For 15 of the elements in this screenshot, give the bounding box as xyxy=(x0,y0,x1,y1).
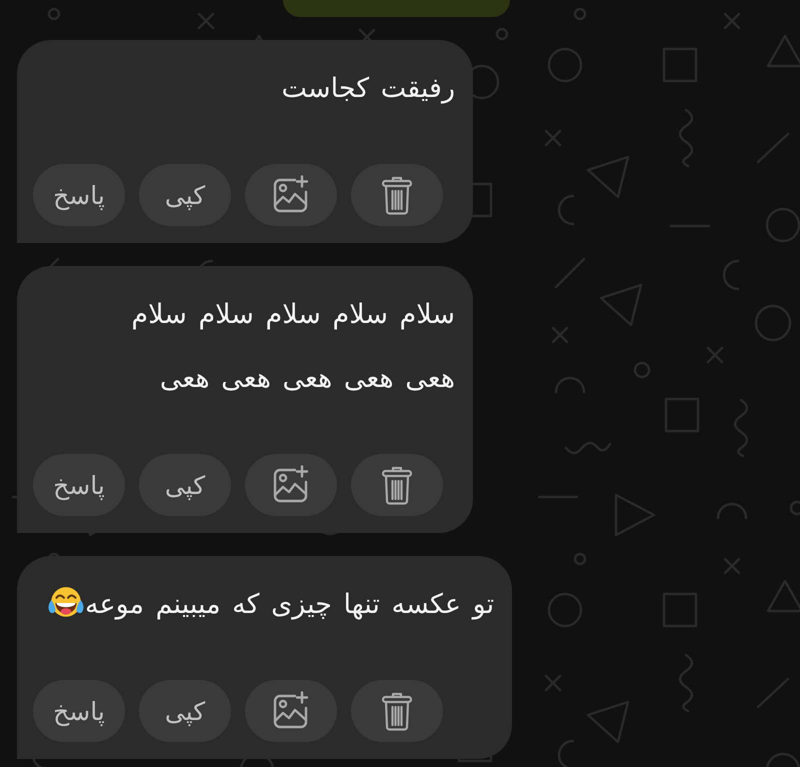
reply-button[interactable]: پاسخ xyxy=(33,680,125,742)
trash-icon xyxy=(381,465,413,505)
message-text: رفیقت کجاست xyxy=(282,72,455,106)
trash-icon xyxy=(381,175,413,215)
image-plus-icon xyxy=(271,691,311,731)
message-text: تو عکسه تنها چیزی که میبینم موعه xyxy=(85,588,494,622)
copy-button[interactable]: کپی xyxy=(139,164,231,226)
message-text: سلام سلام سلام سلام سلام هعی هعی هعی هعی هعی xyxy=(131,298,455,396)
reply-button[interactable]: پاسخ xyxy=(33,454,125,516)
trash-icon xyxy=(381,691,413,731)
copy-button[interactable]: کپی xyxy=(139,680,231,742)
image-plus-icon xyxy=(271,465,311,505)
copy-button[interactable]: کپی xyxy=(139,454,231,516)
reply-button[interactable]: پاسخ xyxy=(33,164,125,226)
image-plus-icon xyxy=(271,175,311,215)
